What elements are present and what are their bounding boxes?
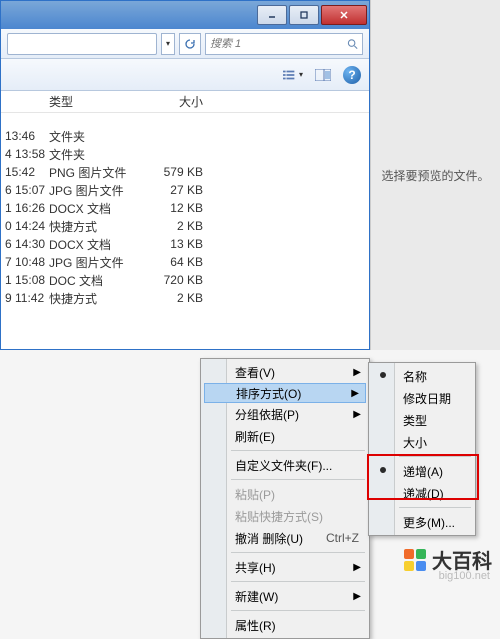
search-icon: [347, 38, 358, 50]
menu-sort[interactable]: 排序方式(O)▶: [204, 383, 366, 403]
menu-separator: [231, 610, 365, 611]
menu-paste-shortcut: 粘贴快捷方式(S): [203, 505, 367, 527]
table-row[interactable]: 6 14:30DOCX 文档13 KB: [1, 235, 369, 253]
sort-desc[interactable]: 递减(D): [371, 482, 473, 504]
toolbar: ▾ ?: [1, 59, 369, 91]
sort-name[interactable]: 名称: [371, 365, 473, 387]
list-icon: [283, 69, 297, 81]
help-button[interactable]: ?: [343, 66, 361, 84]
chevron-right-icon: ▶: [353, 591, 361, 602]
menu-share[interactable]: 共享(H)▶: [203, 556, 367, 578]
table-row[interactable]: 4 13:58文件夹: [1, 145, 369, 163]
menu-paste: 粘贴(P): [203, 483, 367, 505]
minimize-button[interactable]: [257, 5, 287, 25]
col-size[interactable]: 大小: [149, 93, 219, 110]
chevron-right-icon: ▶: [353, 367, 361, 378]
file-list: 13:46文件夹 4 13:58文件夹 15:42PNG 图片文件579 KB …: [1, 113, 369, 307]
address-dropdown[interactable]: ▾: [161, 33, 175, 55]
menu-separator: [399, 507, 471, 508]
explorer-window: ▾ ▾ ? 类型 大小 13:46文件夹 4 13:58文件夹 15:42PNG…: [0, 0, 370, 350]
menu-separator: [399, 456, 471, 457]
menu-view[interactable]: 查看(V)▶: [203, 361, 367, 383]
chevron-down-icon: ▾: [299, 70, 303, 79]
chevron-right-icon: ▶: [351, 388, 359, 399]
preview-hint: 选择要预览的文件。: [381, 167, 489, 184]
menu-separator: [231, 581, 365, 582]
context-menu: 查看(V)▶ 排序方式(O)▶ 分组依据(P)▶ 刷新(E) 自定义文件夹(F)…: [200, 358, 370, 639]
refresh-button[interactable]: [179, 33, 201, 55]
table-row[interactable]: 1 15:08DOC 文档720 KB: [1, 271, 369, 289]
logo-icon: [404, 549, 426, 571]
preview-pane-button[interactable]: [313, 65, 333, 85]
menu-group[interactable]: 分组依据(P)▶: [203, 403, 367, 425]
maximize-button[interactable]: [289, 5, 319, 25]
address-box[interactable]: [7, 33, 157, 55]
sort-submenu: 名称 修改日期 类型 大小 递增(A) 递减(D) 更多(M)...: [368, 362, 476, 536]
view-mode-button[interactable]: ▾: [283, 65, 303, 85]
sort-date[interactable]: 修改日期: [371, 387, 473, 409]
sort-asc[interactable]: 递增(A): [371, 460, 473, 482]
table-row[interactable]: 15:42PNG 图片文件579 KB: [1, 163, 369, 181]
table-row[interactable]: 0 14:24快捷方式2 KB: [1, 217, 369, 235]
sort-size[interactable]: 大小: [371, 431, 473, 453]
preview-pane: 选择要预览的文件。: [370, 0, 500, 350]
chevron-right-icon: ▶: [353, 409, 361, 420]
watermark-url: big100.net: [439, 570, 490, 582]
sort-type[interactable]: 类型: [371, 409, 473, 431]
menu-separator: [231, 450, 365, 451]
table-row[interactable]: 1 16:26DOCX 文档12 KB: [1, 199, 369, 217]
title-bar: [1, 1, 369, 29]
table-row[interactable]: 6 15:07JPG 图片文件27 KB: [1, 181, 369, 199]
col-type[interactable]: 类型: [49, 93, 149, 110]
menu-refresh[interactable]: 刷新(E): [203, 425, 367, 447]
menu-separator: [231, 479, 365, 480]
sort-more[interactable]: 更多(M)...: [371, 511, 473, 533]
search-box[interactable]: [205, 33, 363, 55]
menu-new[interactable]: 新建(W)▶: [203, 585, 367, 607]
refresh-icon: [184, 38, 196, 50]
table-row[interactable]: 13:46文件夹: [1, 127, 369, 145]
menu-separator: [231, 552, 365, 553]
close-button[interactable]: [321, 5, 367, 25]
search-input[interactable]: [210, 38, 347, 50]
radio-icon: [380, 372, 386, 378]
column-headers: 类型 大小: [1, 91, 369, 113]
chevron-right-icon: ▶: [353, 562, 361, 573]
menu-customize[interactable]: 自定义文件夹(F)...: [203, 454, 367, 476]
menu-undo[interactable]: 撤消 删除(U)Ctrl+Z: [203, 527, 367, 549]
radio-icon: [380, 467, 386, 473]
table-row[interactable]: 9 11:42快捷方式2 KB: [1, 289, 369, 307]
address-bar: ▾: [1, 29, 369, 59]
table-row[interactable]: 7 10:48JPG 图片文件64 KB: [1, 253, 369, 271]
menu-properties[interactable]: 属性(R): [203, 614, 367, 636]
pane-icon: [315, 69, 331, 81]
